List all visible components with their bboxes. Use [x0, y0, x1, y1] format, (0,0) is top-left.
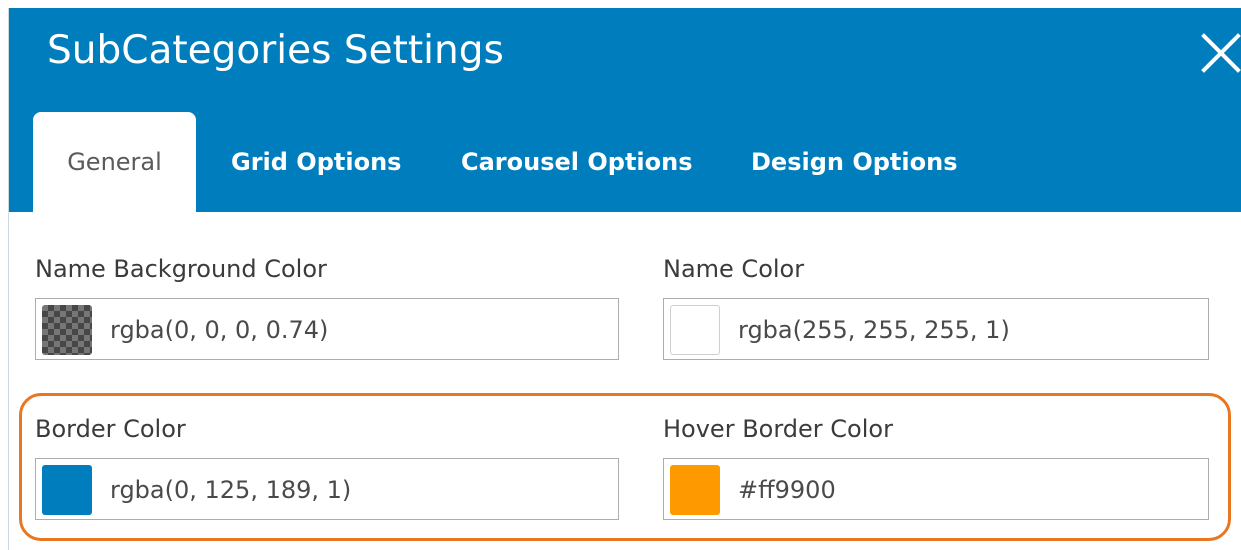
name-color-value: rgba(255, 255, 255, 1)	[738, 316, 1010, 344]
name-background-color-input[interactable]: rgba(0, 0, 0, 0.74)	[35, 298, 619, 360]
border-color-value: rgba(0, 125, 189, 1)	[110, 476, 352, 504]
name-background-color-value: rgba(0, 0, 0, 0.74)	[110, 316, 329, 344]
hover-border-color-value: #ff9900	[738, 476, 836, 504]
tab-design-options[interactable]: Design Options	[751, 112, 957, 212]
hover-border-color-swatch[interactable]	[670, 465, 720, 515]
dialog-title: SubCategories Settings	[47, 28, 504, 73]
close-icon[interactable]	[1198, 22, 1241, 82]
name-color-input[interactable]: rgba(255, 255, 255, 1)	[663, 298, 1209, 360]
general-tab-content: Name Background Color rgba(0, 0, 0, 0.74…	[9, 212, 1241, 550]
border-color-label: Border Color	[35, 415, 186, 443]
name-color-label: Name Color	[663, 255, 805, 283]
hover-border-color-input[interactable]: #ff9900	[663, 458, 1209, 520]
tab-general[interactable]: General	[33, 112, 196, 213]
hover-border-color-label: Hover Border Color	[663, 415, 893, 443]
name-color-field: Name Color rgba(255, 255, 255, 1)	[663, 254, 1209, 360]
tab-carousel-options[interactable]: Carousel Options	[461, 112, 693, 212]
name-background-color-label: Name Background Color	[35, 255, 327, 283]
border-color-swatch[interactable]	[42, 465, 92, 515]
border-color-input[interactable]: rgba(0, 125, 189, 1)	[35, 458, 619, 520]
tab-grid-options[interactable]: Grid Options	[231, 112, 401, 212]
settings-dialog: SubCategories Settings General Grid Opti…	[8, 8, 1241, 550]
hover-border-color-field: Hover Border Color #ff9900	[663, 414, 1209, 520]
dialog-header: SubCategories Settings General Grid Opti…	[9, 8, 1241, 213]
border-color-field: Border Color rgba(0, 125, 189, 1)	[35, 414, 619, 520]
name-color-swatch[interactable]	[670, 305, 720, 355]
name-background-color-field: Name Background Color rgba(0, 0, 0, 0.74…	[35, 254, 619, 360]
name-background-color-swatch[interactable]	[42, 305, 92, 355]
